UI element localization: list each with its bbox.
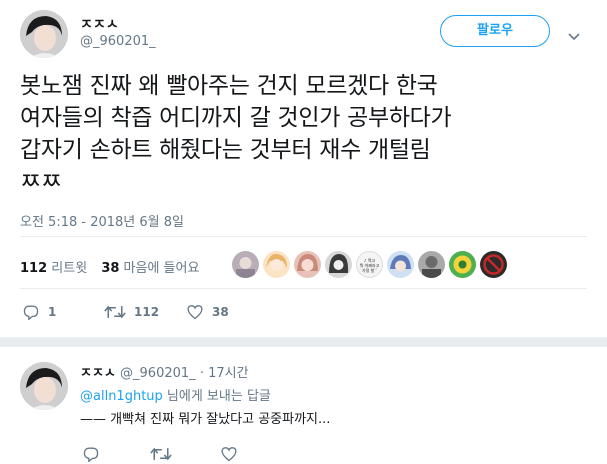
liker-avatar[interactable] bbox=[387, 251, 414, 278]
reply-icon bbox=[83, 447, 99, 462]
reply-button[interactable]: 1 bbox=[22, 304, 56, 320]
retweet-icon bbox=[104, 305, 126, 319]
author-avatar[interactable] bbox=[20, 10, 68, 58]
divider bbox=[20, 288, 587, 289]
divider bbox=[20, 236, 587, 237]
chevron-down-icon[interactable] bbox=[568, 26, 580, 45]
tweet-text-line: ㅉㅉ bbox=[20, 169, 62, 195]
reply-time[interactable]: · 17시간 bbox=[200, 366, 249, 381]
like-action-count: 38 bbox=[212, 305, 229, 319]
tweet-text-line: 봇노잼 진짜 왜 빨아주는 건지 모르겠다 한국 bbox=[20, 73, 438, 99]
reply-like-button[interactable] bbox=[220, 446, 246, 462]
liker-avatar[interactable] bbox=[325, 251, 352, 278]
heart-icon bbox=[187, 305, 203, 320]
reply-icon bbox=[23, 305, 39, 320]
author-name[interactable]: ㅈㅈㅅ bbox=[80, 14, 119, 34]
liker-avatar-text-badge[interactable]: ♪ 먹고 뭐 어쩌라고 가정 발 ″ bbox=[356, 251, 383, 278]
liker-avatar[interactable] bbox=[480, 251, 507, 278]
follow-button[interactable]: 팔로우 bbox=[440, 15, 550, 47]
reply-text: —— 개빡쳐 진짜 뭐가 잘났다고 공중파까지... bbox=[80, 412, 331, 427]
like-count: 38 bbox=[101, 261, 120, 276]
reply-author-handle[interactable]: @_960201_ bbox=[120, 366, 196, 381]
tweet-stats: 112 리트윗 38 마음에 들어요 bbox=[20, 257, 199, 276]
replying-to-suffix: 님에게 보내는 답글 bbox=[162, 389, 271, 404]
reply-author-avatar[interactable] bbox=[20, 362, 68, 410]
tweet-text-line: 여자들의 착즙 어디까지 갈 것인가 공부하다가 bbox=[20, 105, 452, 131]
retweet-stat[interactable]: 112 리트윗 bbox=[20, 261, 87, 276]
heart-icon bbox=[221, 447, 237, 462]
liker-avatar[interactable] bbox=[294, 251, 321, 278]
liker-avatar[interactable] bbox=[232, 251, 259, 278]
badge-line: 가정 발 ″ bbox=[361, 268, 378, 273]
tweet-timestamp[interactable]: 오전 5:18 - 2018년 6월 8일 bbox=[20, 211, 184, 230]
retweet-count: 112 bbox=[20, 261, 48, 276]
like-label: 마음에 들어요 bbox=[123, 261, 200, 276]
retweet-icon bbox=[150, 447, 172, 461]
replying-to: @alln1ghtup 님에게 보내는 답글 bbox=[80, 385, 271, 404]
reply-reply-button[interactable] bbox=[82, 446, 108, 462]
tweet-text: 봇노잼 진짜 왜 빨아주는 건지 모르겠다 한국 여자들의 착즙 어디까지 갈 … bbox=[20, 70, 600, 198]
section-separator bbox=[0, 337, 607, 347]
like-button[interactable]: 38 bbox=[186, 304, 229, 320]
reply-header: ㅈㅈㅅ @_960201_ · 17시간 bbox=[80, 362, 249, 381]
like-stat[interactable]: 38 마음에 들어요 bbox=[101, 261, 199, 276]
tweet-text-line: 갑자기 손하트 해줬다는 것부터 재수 개털림 bbox=[20, 137, 431, 163]
liker-avatar[interactable] bbox=[263, 251, 290, 278]
retweet-label: 리트윗 bbox=[51, 261, 88, 276]
reply-retweet-button[interactable] bbox=[150, 446, 180, 462]
author-handle[interactable]: @_960201_ bbox=[80, 34, 156, 49]
replying-to-link[interactable]: @alln1ghtup bbox=[80, 389, 163, 404]
reply-count: 1 bbox=[48, 305, 57, 319]
reply-author-name[interactable]: ㅈㅈㅅ bbox=[80, 366, 116, 381]
liker-avatar[interactable] bbox=[418, 251, 445, 278]
liker-avatar[interactable] bbox=[449, 251, 476, 278]
liker-avatars: ♪ 먹고 뭐 어쩌라고 가정 발 ″ bbox=[232, 251, 507, 278]
retweet-action-count: 112 bbox=[134, 305, 160, 319]
retweet-button[interactable]: 112 bbox=[104, 304, 159, 320]
